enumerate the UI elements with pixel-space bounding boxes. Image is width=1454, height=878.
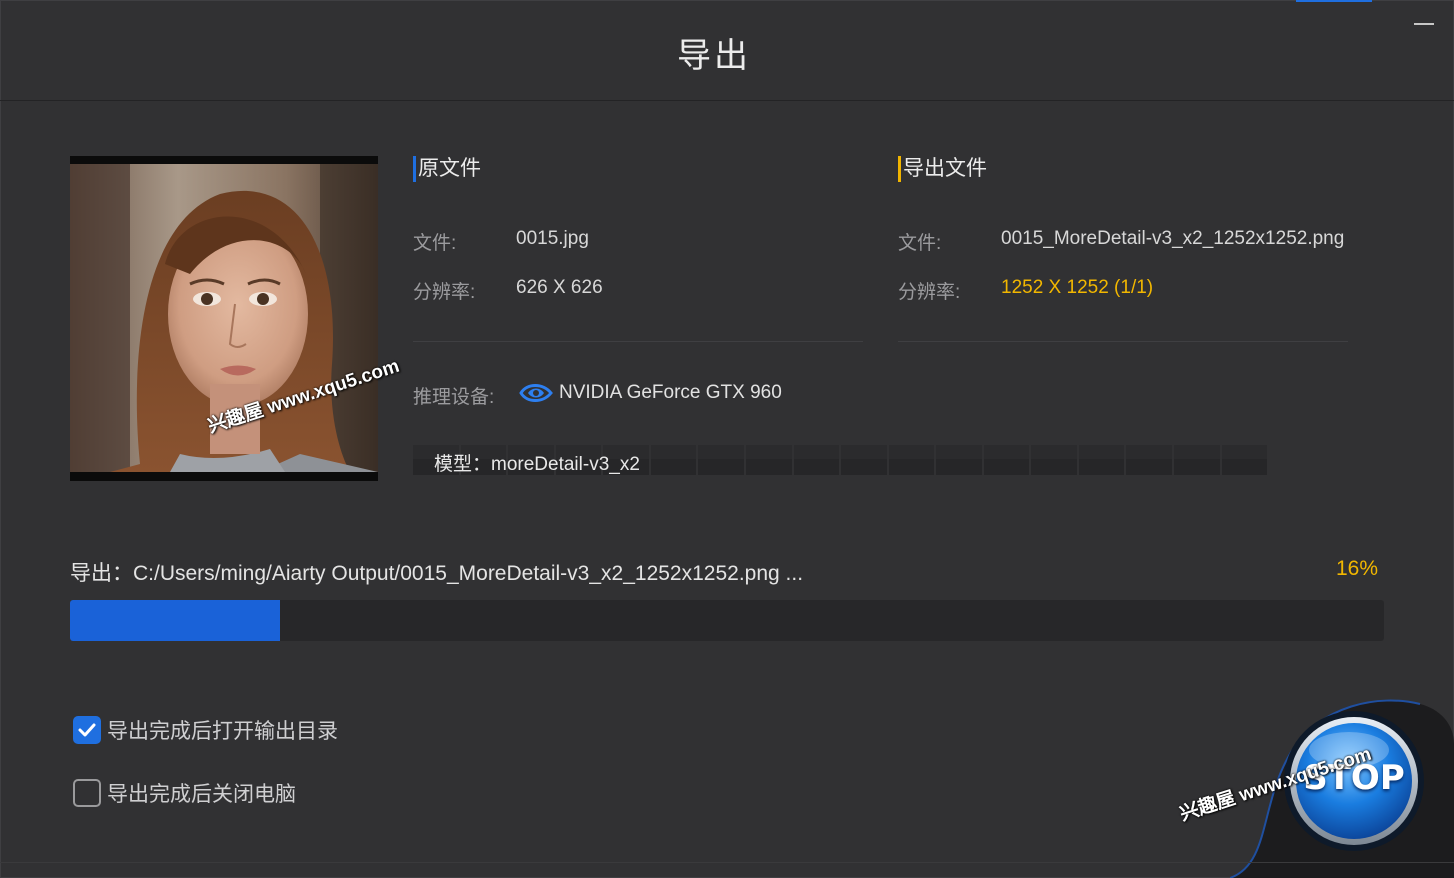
- section-marker: [413, 156, 416, 182]
- output-resolution-value: 1252 X 1252 (1/1): [1001, 277, 1154, 298]
- divider-left: [413, 341, 863, 342]
- source-file-header: 原文件: [413, 156, 481, 182]
- export-percent: 16%: [1335, 557, 1378, 580]
- dialog-title: 导出: [677, 36, 751, 76]
- source-resolution-label: 分辨率:: [413, 282, 476, 303]
- nvidia-icon: [519, 380, 553, 406]
- section-marker: [898, 156, 901, 182]
- option-shutdown[interactable]: 导出完成后关闭电脑: [73, 779, 296, 807]
- option-open-folder-label: 导出完成后打开输出目录: [107, 720, 338, 743]
- option-shutdown-label: 导出完成后关闭电脑: [107, 783, 296, 806]
- output-file-label: 文件:: [898, 233, 942, 254]
- source-file-title: 原文件: [418, 157, 481, 180]
- device-label: 推理设备:: [413, 387, 495, 408]
- device-value: NVIDIA GeForce GTX 960: [559, 382, 782, 403]
- checkbox-unchecked-icon[interactable]: [73, 779, 101, 807]
- output-file-value: 0015_MoreDetail-v3_x2_1252x1252.png: [1001, 228, 1345, 249]
- minimize-button[interactable]: [1408, 14, 1436, 34]
- model-label: 模型：moreDetail-v3_x2: [434, 454, 640, 475]
- option-open-folder[interactable]: 导出完成后打开输出目录: [73, 716, 338, 744]
- export-progress-bar: [70, 600, 1384, 641]
- minimize-icon: [1414, 23, 1434, 25]
- output-file-title: 导出文件: [903, 157, 987, 180]
- source-resolution-value: 626 X 626: [516, 277, 603, 298]
- bottom-divider: [0, 862, 1454, 863]
- divider-right: [898, 341, 1348, 342]
- source-file-value: 0015.jpg: [516, 228, 589, 249]
- export-progress-fill: [70, 600, 281, 641]
- title-bar: 导出: [0, 0, 1454, 101]
- output-file-header: 导出文件: [898, 156, 987, 182]
- output-resolution-label: 分辨率:: [898, 282, 961, 303]
- source-file-label: 文件:: [413, 233, 457, 254]
- checkbox-checked-icon[interactable]: [73, 716, 101, 744]
- export-path-text: 导出：C:/Users/ming/Aiarty Output/0015_More…: [70, 562, 804, 585]
